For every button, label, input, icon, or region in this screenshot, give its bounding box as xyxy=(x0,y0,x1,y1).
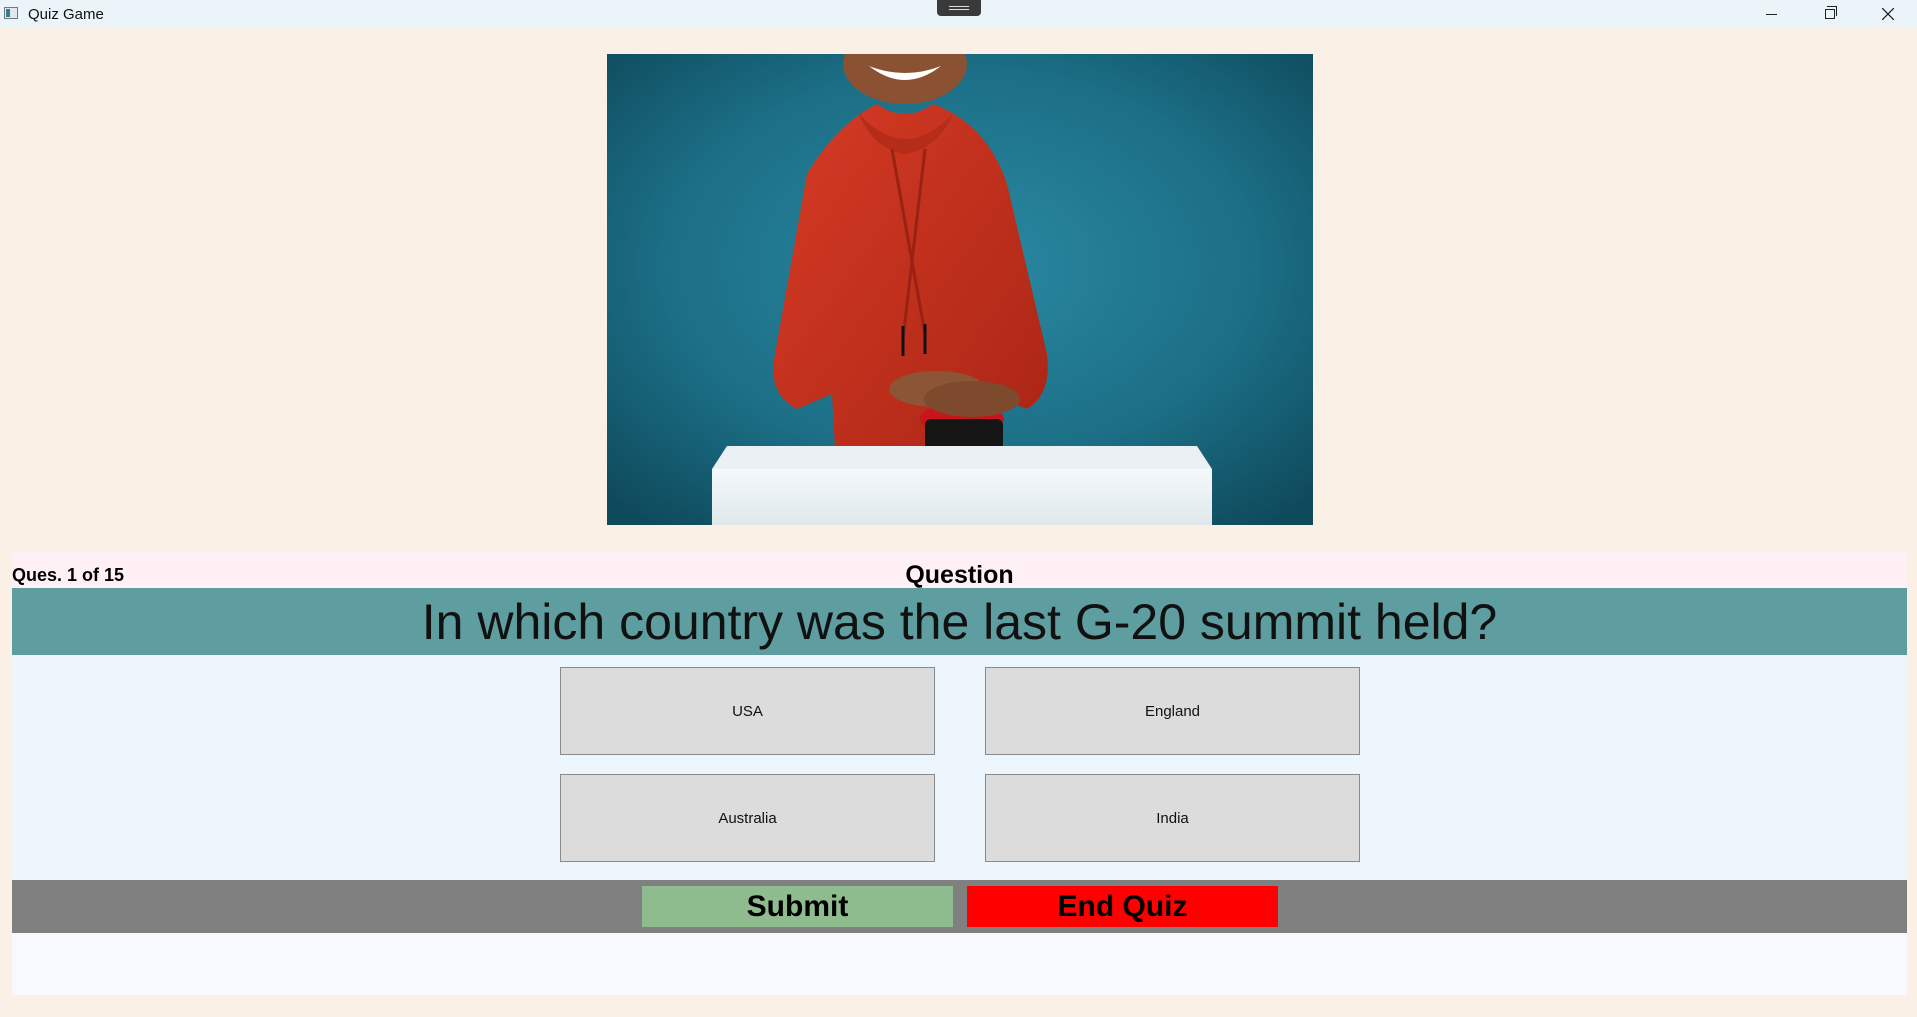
option-button-india[interactable]: India xyxy=(985,774,1360,862)
question-label: Question xyxy=(905,561,1014,589)
option-button-england[interactable]: England xyxy=(985,667,1360,755)
restore-button[interactable] xyxy=(1801,0,1859,28)
snap-layout-handle[interactable] xyxy=(937,0,981,16)
title-bar: Quiz Game xyxy=(0,0,1917,28)
minimize-button[interactable] xyxy=(1742,0,1800,28)
footer-area xyxy=(12,933,1907,995)
question-text: In which country was the last G-20 summi… xyxy=(421,593,1498,650)
app-window-icon xyxy=(4,7,18,19)
close-icon xyxy=(1882,8,1894,20)
window-title: Quiz Game xyxy=(28,6,104,23)
quiz-hero-image xyxy=(607,54,1313,525)
question-header: Ques. 1 of 15 Question xyxy=(12,551,1907,589)
question-bar: In which country was the last G-20 summi… xyxy=(12,588,1907,655)
end-quiz-button[interactable]: End Quiz xyxy=(967,886,1278,927)
restore-icon xyxy=(1825,6,1837,19)
close-button[interactable] xyxy=(1859,0,1917,28)
option-button-australia[interactable]: Australia xyxy=(560,774,935,862)
submit-button[interactable]: Submit xyxy=(642,886,953,927)
minimize-icon xyxy=(1765,13,1777,15)
action-bar: Submit End Quiz xyxy=(12,880,1907,933)
answer-options: USA England Australia India xyxy=(12,655,1907,880)
option-button-usa[interactable]: USA xyxy=(560,667,935,755)
